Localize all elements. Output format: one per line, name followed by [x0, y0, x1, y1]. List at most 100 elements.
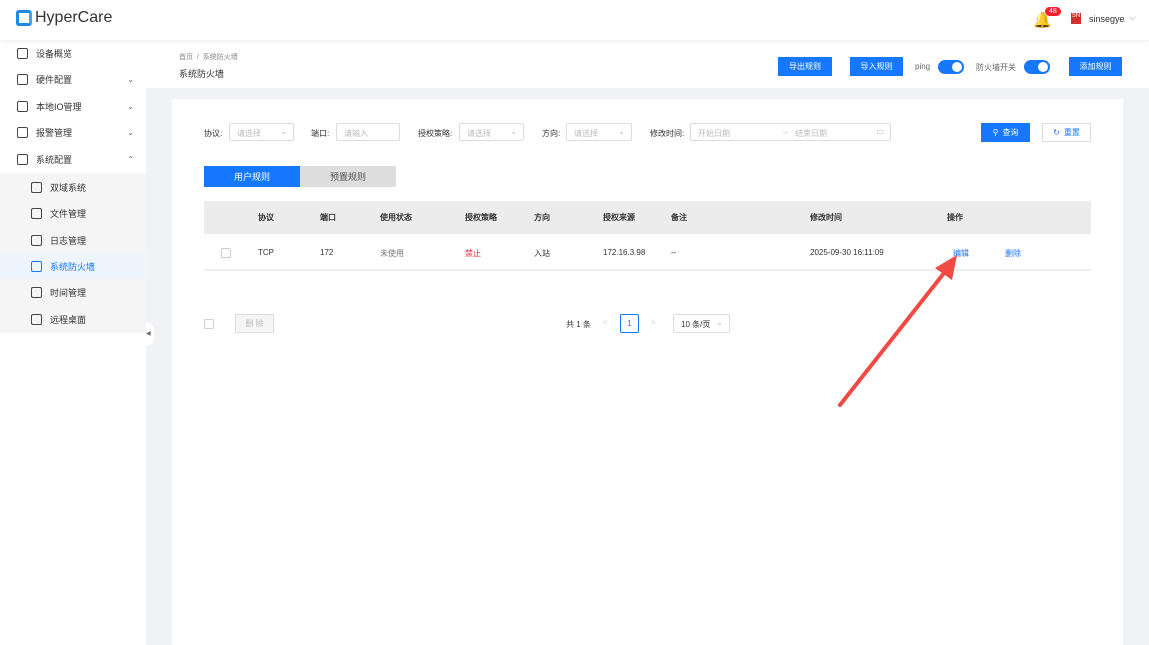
gear-icon — [17, 153, 28, 165]
col-policy: 授权策略 — [465, 213, 497, 222]
policy-select[interactable]: 请选择 ⌄ — [459, 123, 524, 141]
arrow-right-icon: → — [781, 127, 789, 136]
cell-policy: 禁止 — [465, 249, 481, 258]
cell-note: -- — [671, 248, 677, 257]
chevron-down-icon: ⌄ — [510, 127, 517, 136]
page-1[interactable]: 1 — [620, 314, 639, 333]
chevron-up-icon: ⌃ — [127, 154, 134, 164]
refresh-icon: ↻ — [1053, 128, 1060, 137]
placeholder: 请选择 — [574, 129, 598, 138]
grid-icon — [17, 47, 28, 59]
row-checkbox[interactable] — [221, 248, 231, 258]
import-rules-button[interactable]: 导入规则 — [850, 57, 903, 76]
cell-time: 2025-09-30 16:11:09 — [810, 248, 884, 257]
end-date: 结束日期 — [795, 129, 827, 138]
col-port: 端口 — [320, 213, 336, 222]
sidebar-item-system-config[interactable]: 系统配置 ⌃ — [0, 146, 146, 172]
port-label: 端口: — [311, 129, 330, 138]
reset-button[interactable]: ↻ 重置 — [1042, 123, 1091, 142]
select-all-checkbox[interactable] — [204, 319, 214, 329]
col-actions: 操作 — [947, 213, 963, 222]
user-name[interactable]: sinsegye — [1089, 14, 1125, 24]
page-size-select[interactable]: 10 条/页 ⌄ — [673, 314, 730, 333]
protocol-label: 协议: — [204, 129, 223, 138]
chevron-down-icon: ⌄ — [127, 101, 134, 111]
alarm-icon — [17, 126, 28, 138]
logo-icon — [16, 10, 32, 26]
col-direction: 方向 — [534, 213, 550, 222]
batch-delete-button[interactable]: 删 除 — [235, 314, 274, 333]
add-rule-button[interactable]: 添加规则 — [1069, 57, 1122, 76]
label: 10 条/页 — [681, 320, 711, 329]
label: 时间管理 — [50, 287, 87, 298]
cell-port: 172 — [320, 248, 334, 257]
shield-icon — [31, 260, 42, 272]
sidebar-item-alarm[interactable]: 报警管理 ⌄ — [0, 119, 146, 145]
top-bar: HyperCare 🔔 48 SN sinsegye ⌵ — [0, 0, 1149, 40]
chevron-down-icon: ⌄ — [127, 74, 134, 84]
sidebar-item-logs[interactable]: 日志管理 — [0, 227, 146, 253]
chevron-down-icon: ⌄ — [280, 127, 287, 136]
sidebar-item-dual-domain[interactable]: 双域系统 — [0, 174, 146, 200]
query-button[interactable]: ⚲ 查询 — [981, 123, 1030, 142]
sidebar-item-local-io[interactable]: 本地IO管理 ⌄ — [0, 93, 146, 119]
sidebar-item-overview[interactable]: 设备概览 — [0, 40, 146, 66]
sidebar-item-remote-desktop[interactable]: 远程桌面 — [0, 306, 146, 332]
logo: HyperCare — [16, 9, 112, 27]
clock-icon — [31, 286, 42, 298]
export-rules-button[interactable]: 导出规则 — [778, 57, 832, 76]
delete-link[interactable]: 删除 — [1005, 248, 1021, 259]
sidebar-item-files[interactable]: 文件管理 — [0, 200, 146, 226]
cell-status: 未使用 — [380, 249, 404, 258]
firewall-toggle[interactable] — [1024, 60, 1050, 74]
label: 文件管理 — [50, 208, 87, 219]
date-range-picker[interactable]: 开始日期 → 结束日期 ▭ — [690, 123, 891, 141]
label: 报警管理 — [36, 127, 73, 138]
user-avatar: SN — [1071, 13, 1081, 24]
col-note: 备注 — [671, 213, 687, 222]
label: 硬件配置 — [36, 74, 73, 85]
ping-toggle[interactable] — [938, 60, 964, 74]
label: 双域系统 — [50, 182, 87, 193]
sidebar: 设备概览 硬件配置 ⌄ 本地IO管理 ⌄ 报警管理 ⌄ 系统配置 ⌃ 双域系统 文件管理… — [0, 40, 146, 645]
label: 本地IO管理 — [36, 101, 82, 112]
chevron-down-icon[interactable]: ⌵ — [1129, 12, 1136, 23]
sidebar-item-time[interactable]: 时间管理 — [0, 279, 146, 305]
next-page-icon[interactable]: > — [651, 318, 656, 327]
protocol-select[interactable]: 请选择 ⌄ — [229, 123, 294, 141]
server-icon — [31, 181, 42, 193]
port-input[interactable]: 请输入 — [336, 123, 400, 141]
cell-protocol: TCP — [258, 248, 274, 257]
ping-label: ping — [915, 62, 931, 71]
breadcrumb[interactable]: 首页 / 系统防火墙 — [179, 52, 238, 62]
col-time: 修改时间 — [810, 213, 842, 222]
total-count: 共 1 条 — [566, 320, 591, 329]
tab-user-rules[interactable]: 用户规则 — [204, 166, 300, 187]
label: 查询 — [1002, 128, 1019, 137]
placeholder: 请选择 — [467, 129, 491, 138]
edit-link[interactable]: 编辑 — [953, 248, 969, 259]
direction-label: 方向: — [542, 129, 561, 138]
time-label: 修改时间: — [650, 129, 685, 138]
cell-source: 172.16.3.98 — [603, 248, 646, 257]
log-icon — [31, 234, 42, 246]
direction-select[interactable]: 请选择 ⌄ — [566, 123, 632, 141]
sidebar-item-hardware[interactable]: 硬件配置 ⌄ — [0, 66, 146, 92]
label: 日志管理 — [50, 235, 87, 246]
page-title: 系统防火墙 — [179, 69, 225, 79]
collapse-sidebar-button[interactable]: ◀ — [146, 322, 154, 346]
file-icon — [31, 207, 42, 219]
tab-preset-rules[interactable]: 预置规则 — [300, 166, 396, 187]
col-status: 使用状态 — [380, 213, 412, 222]
label: 重置 — [1063, 128, 1080, 137]
col-source: 授权来源 — [603, 213, 635, 222]
notification-badge: 48 — [1045, 7, 1061, 16]
firewall-switch-label: 防火墙开关 — [976, 63, 1016, 72]
app-title: HyperCare — [35, 9, 113, 26]
sidebar-item-firewall[interactable]: 系统防火墙 — [0, 253, 146, 279]
io-icon — [17, 100, 28, 112]
chevron-down-icon: ⌄ — [716, 318, 723, 327]
cell-direction: 入站 — [534, 249, 550, 258]
prev-page-icon[interactable]: < — [603, 318, 608, 327]
chevron-down-icon: ⌄ — [127, 127, 134, 137]
